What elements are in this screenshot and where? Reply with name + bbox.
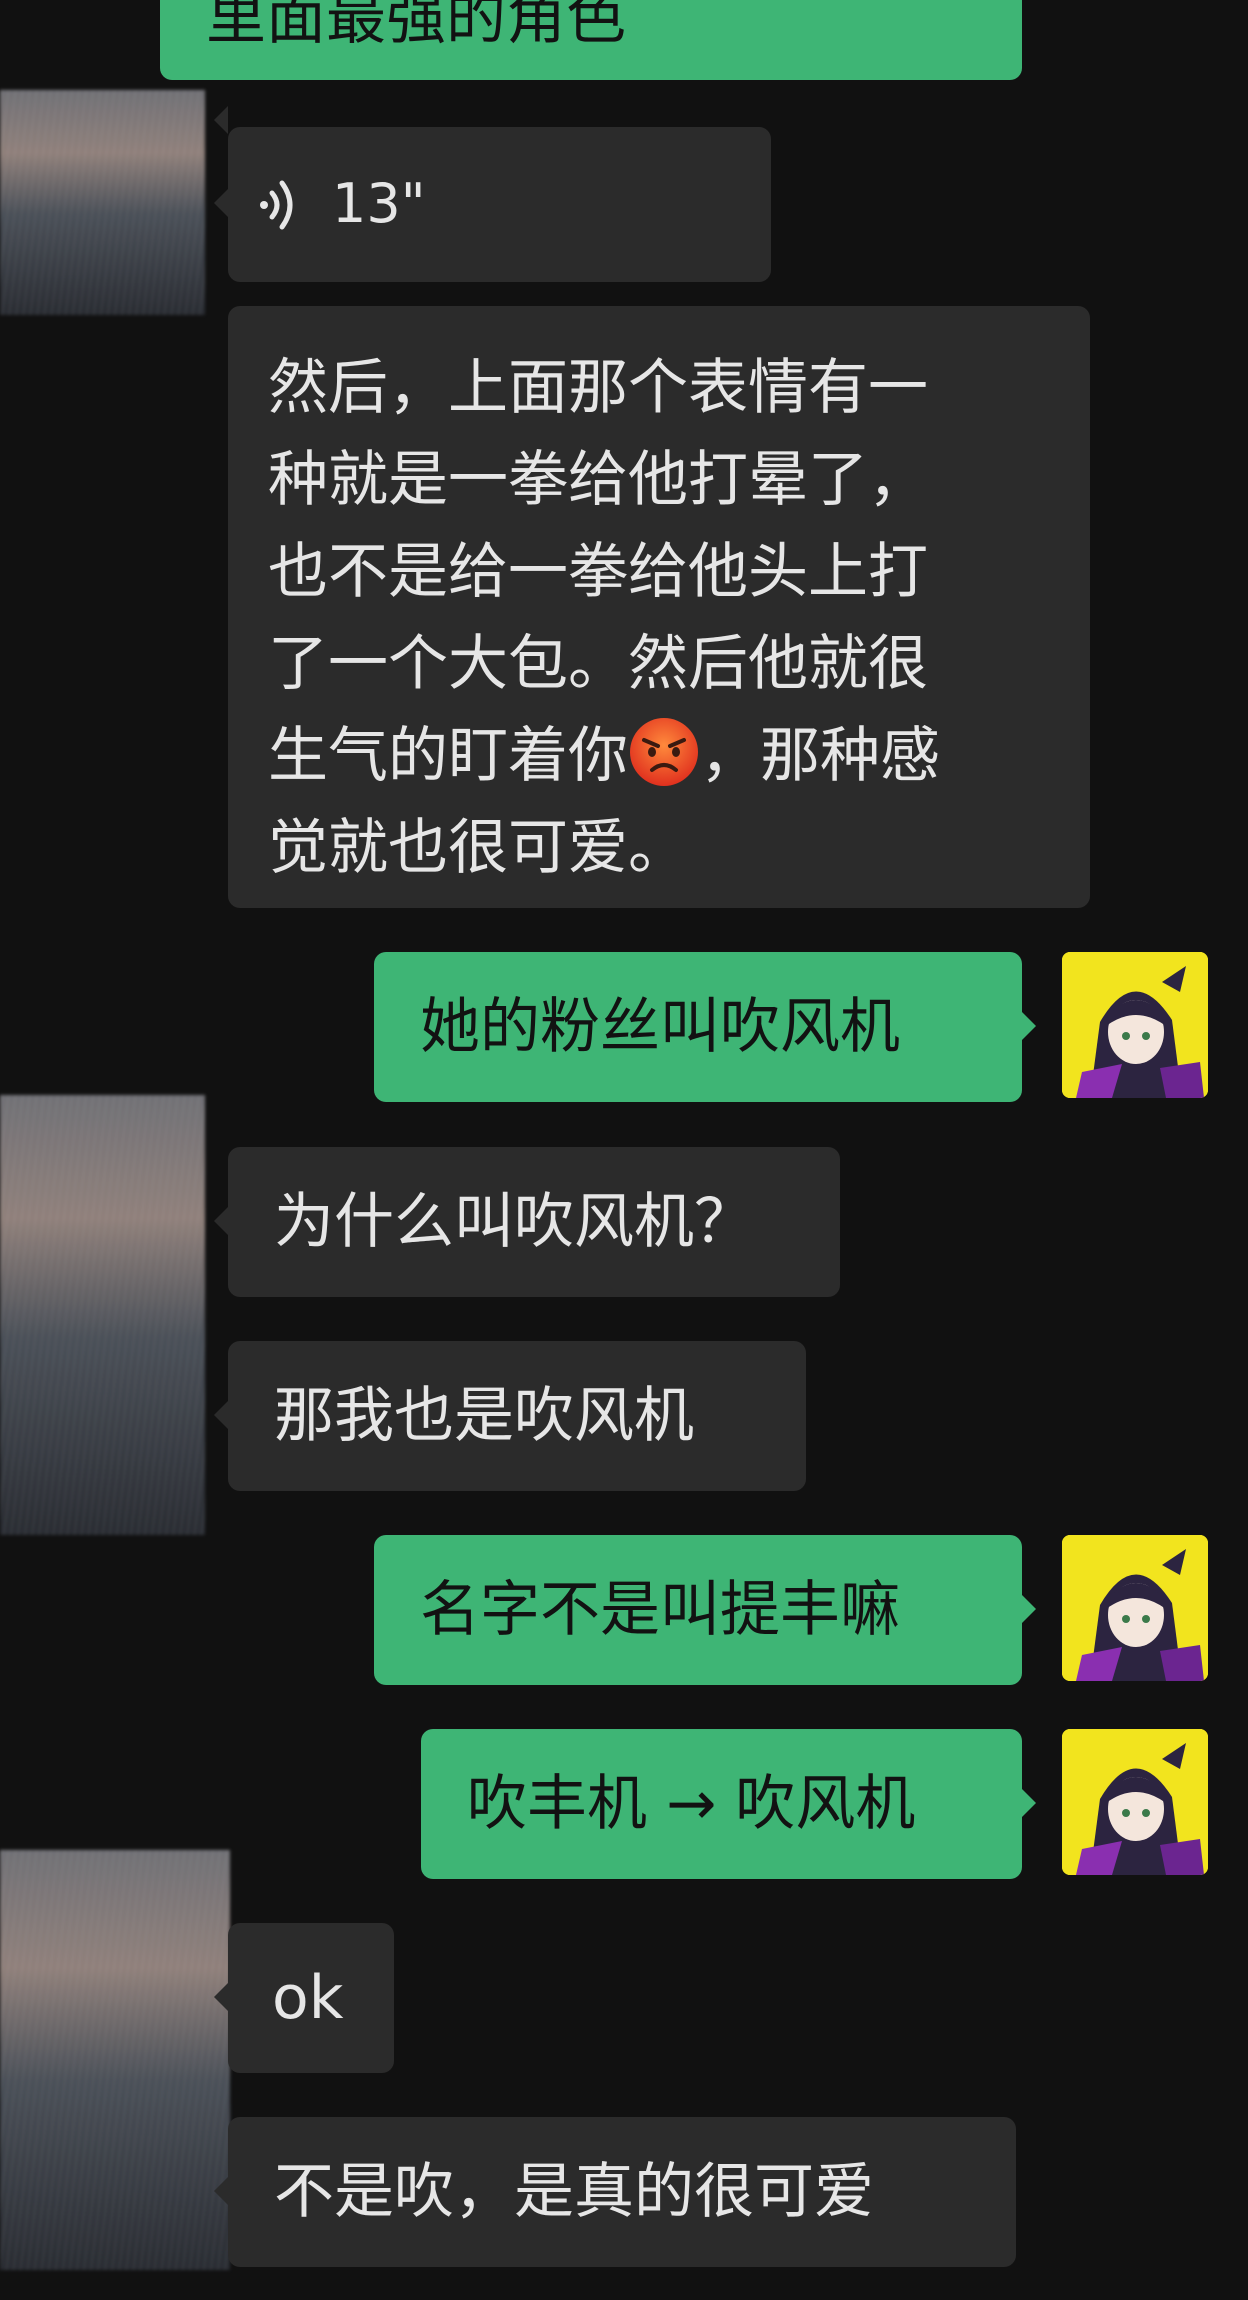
- voice-wave-icon: [260, 180, 293, 230]
- my-avatar[interactable]: [1062, 952, 1208, 1098]
- anime-character-avatar-icon: [1062, 1729, 1208, 1875]
- message-text-line: 了一个大包。然后他就很: [268, 629, 928, 699]
- message-text: 吹丰机 → 吹风机: [467, 1769, 916, 1839]
- message-text-segment: ，那种感: [700, 721, 940, 791]
- my-avatar[interactable]: [1062, 1535, 1208, 1681]
- message-bubble-incoming[interactable]: 不是吹，是真的很可爱: [214, 2117, 1016, 2267]
- voice-message-bubble[interactable]: 13": [214, 127, 771, 282]
- message-bubble-incoming[interactable]: 然后，上面那个表情有一 种就是一拳给他打晕了， 也不是给一拳给他头上打 了一个大…: [214, 106, 1090, 908]
- anime-character-avatar-icon: [1062, 1535, 1208, 1681]
- message-bubble-outgoing[interactable]: 她的粉丝叫吹风机: [374, 952, 1036, 1102]
- message-bubble-outgoing[interactable]: 吹丰机 → 吹风机: [421, 1729, 1036, 1879]
- message-text: 里面最强的角色: [206, 0, 626, 53]
- message-text: ok: [272, 1963, 344, 2033]
- voice-duration: 13": [332, 172, 426, 235]
- message-text: 名字不是叫提丰嘛: [420, 1575, 900, 1645]
- message-text-line: 然后，上面那个表情有一: [268, 353, 928, 423]
- my-avatar[interactable]: [1062, 1729, 1208, 1875]
- message-text-segment: 生气的盯着你: [268, 721, 628, 791]
- message-bubble-outgoing[interactable]: 里面最强的角色: [160, 0, 1022, 80]
- message-text-line: 种就是一拳给他打晕了，: [268, 445, 928, 515]
- message-text-line: 觉就也很可爱。: [268, 813, 688, 883]
- anime-character-avatar-icon: [1062, 952, 1208, 1098]
- message-bubble-incoming[interactable]: ok: [214, 1923, 394, 2073]
- message-bubble-incoming[interactable]: 那我也是吹风机: [214, 1341, 806, 1491]
- message-text: 那我也是吹风机: [274, 1381, 694, 1451]
- angry-face-emoji-icon: [630, 718, 698, 786]
- message-bubble-incoming[interactable]: 为什么叫吹风机？: [214, 1147, 840, 1297]
- contact-avatar[interactable]: [0, 1095, 205, 1535]
- message-text: 她的粉丝叫吹风机: [420, 992, 900, 1062]
- message-text: 不是吹，是真的很可爱: [274, 2157, 874, 2227]
- contact-avatar[interactable]: [0, 1850, 230, 2270]
- message-text-line: 也不是给一拳给他头上打: [268, 537, 928, 607]
- message-text-line-with-emoji: 生气的盯着你 ，那种感: [268, 710, 940, 802]
- message-text: 为什么叫吹风机？: [274, 1187, 754, 1257]
- message-bubble-outgoing[interactable]: 名字不是叫提丰嘛: [374, 1535, 1036, 1685]
- contact-avatar[interactable]: [0, 90, 205, 315]
